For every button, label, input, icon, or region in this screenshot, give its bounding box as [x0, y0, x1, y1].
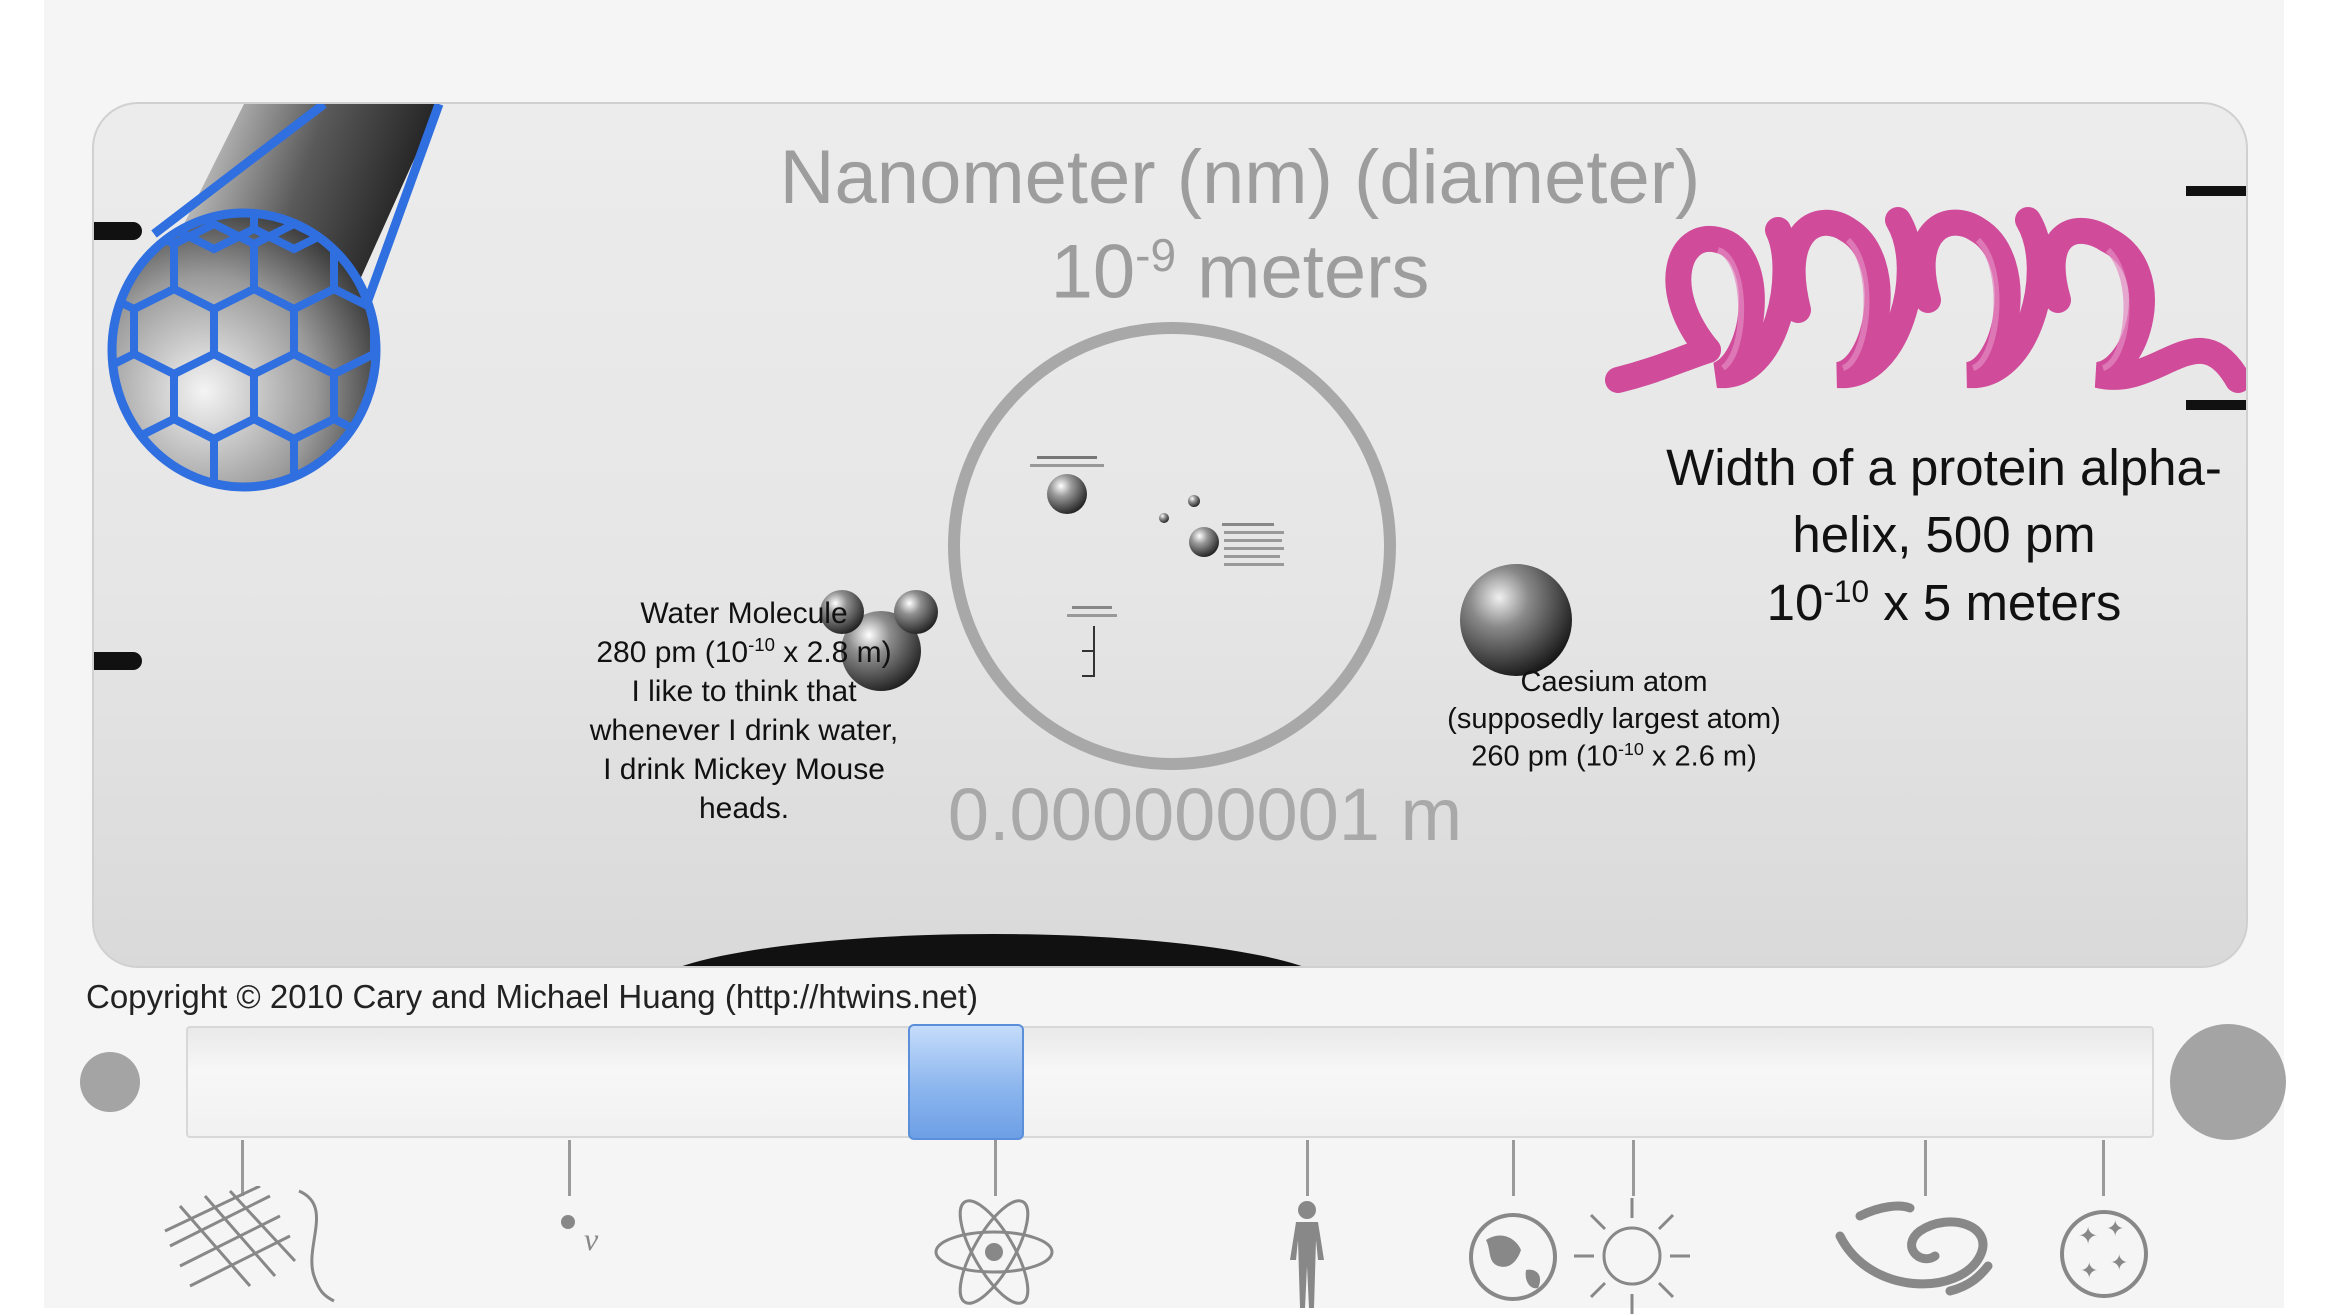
- tick-atom: [994, 1140, 997, 1196]
- planck-grid-icon[interactable]: [160, 1186, 300, 1296]
- earth-icon[interactable]: [1466, 1210, 1560, 1304]
- tick-universe: [2102, 1140, 2105, 1196]
- edge-marker-left-bottom: [94, 652, 142, 670]
- alpha-helix-label: Width of a protein alpha- helix, 500 pm …: [1666, 439, 2222, 631]
- copyright-text: Copyright © 2010 Cary and Michael Huang …: [86, 978, 978, 1015]
- neutrino-icon[interactable]: v: [556, 1210, 616, 1260]
- universe-icon[interactable]: ✦ ✦ ✦ ✦: [2058, 1206, 2150, 1302]
- galaxy-icon[interactable]: [1830, 1196, 2000, 1308]
- distance-readout: 0.000000001 m: [947, 773, 1463, 856]
- svg-text:✦: ✦: [2106, 1217, 2124, 1242]
- sun-icon[interactable]: [1572, 1196, 1692, 1316]
- tick-earth: [1512, 1140, 1515, 1196]
- svg-text:✦: ✦: [2110, 1251, 2128, 1276]
- next-object-edge: [642, 934, 1342, 966]
- svg-text:v: v: [584, 1221, 599, 1257]
- tick-sun: [1632, 1140, 1635, 1196]
- svg-text:✦: ✦: [2078, 1222, 2098, 1250]
- human-icon[interactable]: [1284, 1200, 1330, 1308]
- tick-human: [1306, 1140, 1309, 1196]
- scale-slider-track[interactable]: [186, 1026, 2154, 1138]
- caesium-atom-label: Caesium atom (supposedly largest atom) 2…: [1447, 666, 1781, 773]
- zoom-in-button[interactable]: [2170, 1024, 2286, 1140]
- caesium-atom-image[interactable]: [1458, 562, 1574, 678]
- edge-marker-left-top: [94, 222, 142, 240]
- tick-neutrino: [568, 1140, 571, 1196]
- alpha-helix-image[interactable]: [1598, 190, 2248, 430]
- scale-slider-thumb[interactable]: [908, 1024, 1025, 1140]
- zoom-out-button[interactable]: [80, 1052, 140, 1112]
- tick-galaxy: [1924, 1140, 1927, 1196]
- string-icon[interactable]: [294, 1186, 344, 1306]
- atom-icon[interactable]: [932, 1196, 1056, 1308]
- scale-viewport[interactable]: Nanometer (nm) (diameter) 10-9 meters Wa…: [92, 102, 2248, 968]
- svg-text:✦: ✦: [2080, 1259, 2098, 1284]
